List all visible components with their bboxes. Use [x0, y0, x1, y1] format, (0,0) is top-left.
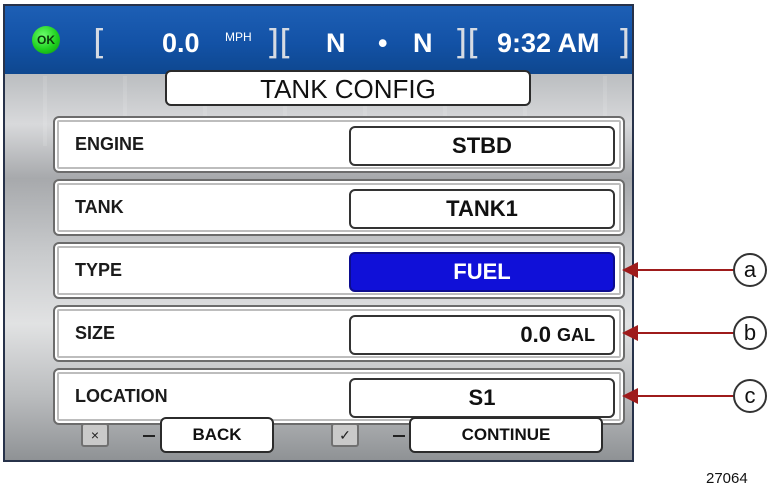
- tank-value[interactable]: TANK1: [349, 189, 615, 229]
- location-value[interactable]: S1: [349, 378, 615, 418]
- tank-config-screen: OK [ 0.0 MPH ][ N • N ][ 9:32 AM ] TANK …: [3, 4, 634, 462]
- tank-row[interactable]: TANK TANK1: [53, 179, 625, 236]
- clock-time: 9:32 AM: [497, 28, 600, 58]
- type-value[interactable]: FUEL: [349, 252, 615, 292]
- figure-number: 27064: [706, 470, 748, 487]
- bracket-icon: ][: [454, 23, 481, 63]
- status-bar: OK [ 0.0 MPH ][ N • N ][ 9:32 AM ]: [5, 6, 632, 74]
- size-unit: GAL: [557, 325, 595, 345]
- speed-value: 0.0: [162, 28, 200, 58]
- back-connector: [143, 435, 155, 437]
- speed-unit: MPH: [225, 30, 252, 44]
- size-value: 0.0: [520, 322, 551, 347]
- gear-separator: •: [378, 28, 388, 58]
- gear-right: N: [413, 28, 433, 58]
- continue-check-icon[interactable]: ✓: [331, 423, 359, 447]
- tank-label: TANK: [75, 197, 124, 217]
- callout-b: b: [733, 316, 767, 350]
- continue-button[interactable]: CONTINUE: [409, 417, 603, 453]
- page-title: TANK CONFIG: [165, 70, 531, 106]
- type-label: TYPE: [75, 260, 123, 280]
- back-button[interactable]: BACK: [160, 417, 274, 453]
- callout-b-line: [636, 332, 734, 334]
- engine-label: ENGINE: [75, 134, 145, 154]
- type-row[interactable]: TYPE FUEL: [53, 242, 625, 299]
- bracket-icon: ][: [266, 23, 293, 63]
- size-row[interactable]: SIZE 0.0 GAL: [53, 305, 625, 362]
- callout-a-line: [636, 269, 734, 271]
- size-label: SIZE: [75, 323, 116, 343]
- ok-status-icon: OK: [32, 26, 60, 54]
- engine-value[interactable]: STBD: [349, 126, 615, 166]
- engine-row[interactable]: ENGINE STBD: [53, 116, 625, 173]
- location-label: LOCATION: [75, 386, 168, 406]
- callout-c: c: [733, 379, 767, 413]
- bracket-icon: [: [93, 23, 107, 63]
- back-x-icon[interactable]: ×: [81, 423, 109, 447]
- gear-left: N: [326, 28, 346, 58]
- callout-a: a: [733, 253, 767, 287]
- callout-c-line: [636, 395, 734, 397]
- bracket-icon: ]: [617, 23, 631, 63]
- continue-connector: [393, 435, 405, 437]
- size-field[interactable]: 0.0 GAL: [349, 315, 615, 355]
